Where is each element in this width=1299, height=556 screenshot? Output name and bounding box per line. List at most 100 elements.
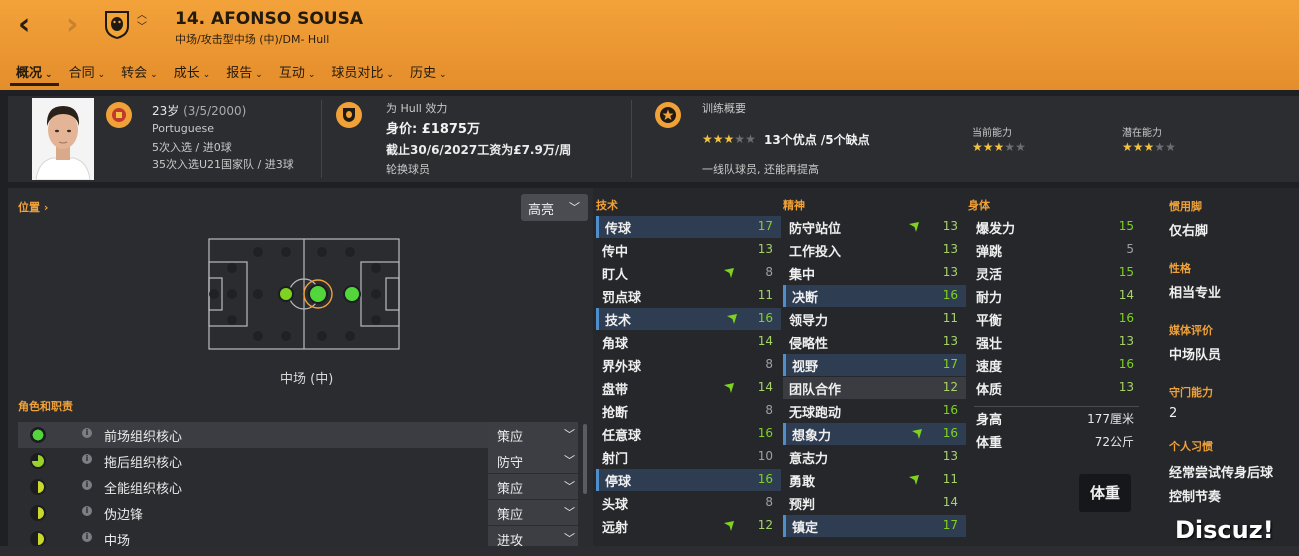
attribute-value: 13	[942, 219, 958, 233]
forward-arrow-icon[interactable]: ›	[66, 10, 78, 40]
trend-up-arrow-icon	[909, 222, 919, 232]
role-row[interactable]: i 伪边锋 策应 ﹀	[18, 500, 578, 526]
club-switch-chevrons-icon[interactable]: ︿ ﹀	[137, 10, 147, 34]
star-filled-icon: ★	[723, 132, 735, 146]
tab-item[interactable]: 成长 ⌄	[168, 60, 217, 86]
attribute-row: 防守站位 13	[783, 216, 966, 238]
attribute-name: 弹跳	[976, 245, 1003, 260]
chevron-down-icon: ⌄	[386, 70, 394, 80]
chevron-down-icon: ⌄	[438, 70, 447, 80]
star-empty-icon: ★	[1165, 140, 1176, 154]
role-rating-icon	[30, 479, 46, 495]
tab-item[interactable]: 历史 ⌄	[404, 60, 453, 86]
club-badge-icon[interactable]	[104, 10, 130, 40]
chevron-down-icon: ﹀	[564, 480, 575, 493]
positions-roles-panel: 位置 › 高亮 ﹀ 中场 (中) 角色和职责 i 前场组织核心 策应 ﹀ i 拖…	[8, 188, 593, 556]
role-row[interactable]: i 前场组织核心 策应 ﹀	[18, 422, 578, 448]
attribute-value: 12	[757, 518, 773, 532]
tab-item[interactable]: 报告 ⌄	[220, 60, 269, 86]
u21-caps: 35次入选U21国家队 / 进3球	[152, 158, 294, 171]
chevron-down-icon: ﹀	[564, 428, 575, 441]
habit-item: 控制节奏	[1169, 490, 1222, 505]
role-duty-dropdown[interactable]: 防守 ﹀	[488, 448, 578, 473]
attribute-row: 传中 13	[596, 239, 781, 261]
attribute-name: 侵略性	[789, 337, 829, 352]
roles-list: i 前场组织核心 策应 ﹀ i 拖后组织核心 防守 ﹀ i 全能组织核心 策应 ﹀ i 伪边锋 策应 ﹀ i 中场…	[18, 422, 578, 556]
attribute-row: 停球 16	[596, 469, 781, 491]
roles-section-label: 角色和职责	[18, 400, 73, 413]
attribute-name: 抢断	[602, 406, 629, 421]
attribute-row: 爆发力 15	[970, 216, 1142, 238]
role-row[interactable]: i 拖后组织核心 防守 ﹀	[18, 448, 578, 474]
attribute-name: 界外球	[602, 360, 642, 375]
attribute-name: 任意球	[602, 429, 642, 444]
attribute-row: 工作投入 13	[783, 239, 966, 261]
attribute-value: 11	[942, 311, 958, 325]
habits-label: 个人习惯	[1169, 440, 1213, 453]
info-icon[interactable]: i	[82, 428, 92, 438]
attribute-value: 13	[942, 334, 958, 348]
current-ability-stars: ★★★★★	[972, 140, 1026, 154]
trend-up-arrow-icon	[724, 521, 734, 531]
star-badge-icon	[655, 102, 681, 128]
tab-item[interactable]: 互动 ⌄	[273, 60, 322, 86]
attribute-value: 5	[1126, 242, 1134, 256]
role-row[interactable]: i 全能组织核心 策应 ﹀	[18, 474, 578, 500]
roles-scrollbar[interactable]	[583, 424, 587, 494]
attribute-name: 意志力	[789, 452, 829, 467]
technical-label: 技术	[596, 199, 618, 212]
tab-item[interactable]: 概况 ⌄	[10, 60, 59, 86]
star-empty-icon: ★	[1004, 140, 1016, 154]
physical-label: 身体	[968, 199, 990, 212]
weight-tooltip: 体重	[1079, 474, 1131, 512]
weight-value: 72公斤	[1094, 435, 1134, 449]
attribute-value: 16	[942, 288, 958, 302]
attribute-value: 13	[942, 449, 958, 463]
attribute-row: 头球 8	[596, 492, 781, 514]
role-duty-dropdown[interactable]: 策应 ﹀	[488, 474, 578, 499]
training-note: 一线队球员, 还能再提高	[702, 163, 819, 176]
tab-item[interactable]: 球员对比 ⌄	[325, 60, 400, 86]
attribute-name: 灵活	[976, 268, 1003, 283]
player-value: 身价: £1875万	[386, 122, 480, 137]
attribute-value: 17	[942, 518, 958, 532]
tab-item[interactable]: 转会 ⌄	[115, 60, 164, 86]
attribute-value: 16	[757, 311, 773, 325]
highlight-dropdown[interactable]: 高亮 ﹀	[521, 194, 588, 221]
role-duty-dropdown[interactable]: 策应 ﹀	[488, 500, 578, 525]
attribute-row: 镇定 17	[783, 515, 966, 537]
attribute-value: 13	[942, 242, 958, 256]
role-duty-dropdown[interactable]: 策应 ﹀	[488, 422, 578, 447]
profile-tabs: 概况 ⌄ 合同 ⌄ 转会 ⌄ 成长 ⌄ 报告 ⌄ 互动 ⌄ 球员对比 ⌄ 历史 ⌄	[10, 60, 457, 86]
attribute-name: 盘带	[602, 383, 629, 398]
club-badge-small-icon	[336, 102, 362, 128]
tab-item[interactable]: 合同 ⌄	[63, 60, 112, 86]
info-icon[interactable]: i	[82, 532, 92, 542]
info-icon[interactable]: i	[82, 480, 92, 490]
media-label: 媒体评价	[1169, 324, 1213, 337]
star-filled-icon: ★	[993, 140, 1005, 154]
attribute-row: 界外球 8	[596, 354, 781, 376]
training-title: 训练概要	[702, 102, 746, 115]
attribute-value: 17	[942, 357, 958, 371]
attribute-row: 视野 17	[783, 354, 966, 376]
tab-label: 报告	[226, 66, 253, 81]
attribute-name: 角球	[602, 337, 629, 352]
player-age: 23岁	[152, 104, 180, 118]
attribute-value: 8	[765, 403, 773, 417]
attribute-row: 团队合作 12	[783, 377, 966, 399]
player-birthdate: (3/5/2000)	[183, 104, 247, 118]
back-arrow-icon[interactable]: ‹	[18, 10, 30, 40]
attribute-name: 速度	[976, 360, 1003, 375]
attribute-row: 盯人 8	[596, 262, 781, 284]
role-name: 全能组织核心	[104, 482, 183, 497]
positions-link[interactable]: 位置 ›	[18, 199, 48, 215]
attribute-name: 罚点球	[602, 291, 642, 306]
attribute-row: 角球 14	[596, 331, 781, 353]
star-filled-icon: ★	[1132, 140, 1144, 154]
info-icon[interactable]: i	[82, 506, 92, 516]
height-value: 177厘米	[1087, 412, 1134, 426]
tab-label: 成长	[173, 66, 200, 81]
info-icon[interactable]: i	[82, 454, 92, 464]
attribute-name: 无球跑动	[789, 406, 842, 421]
